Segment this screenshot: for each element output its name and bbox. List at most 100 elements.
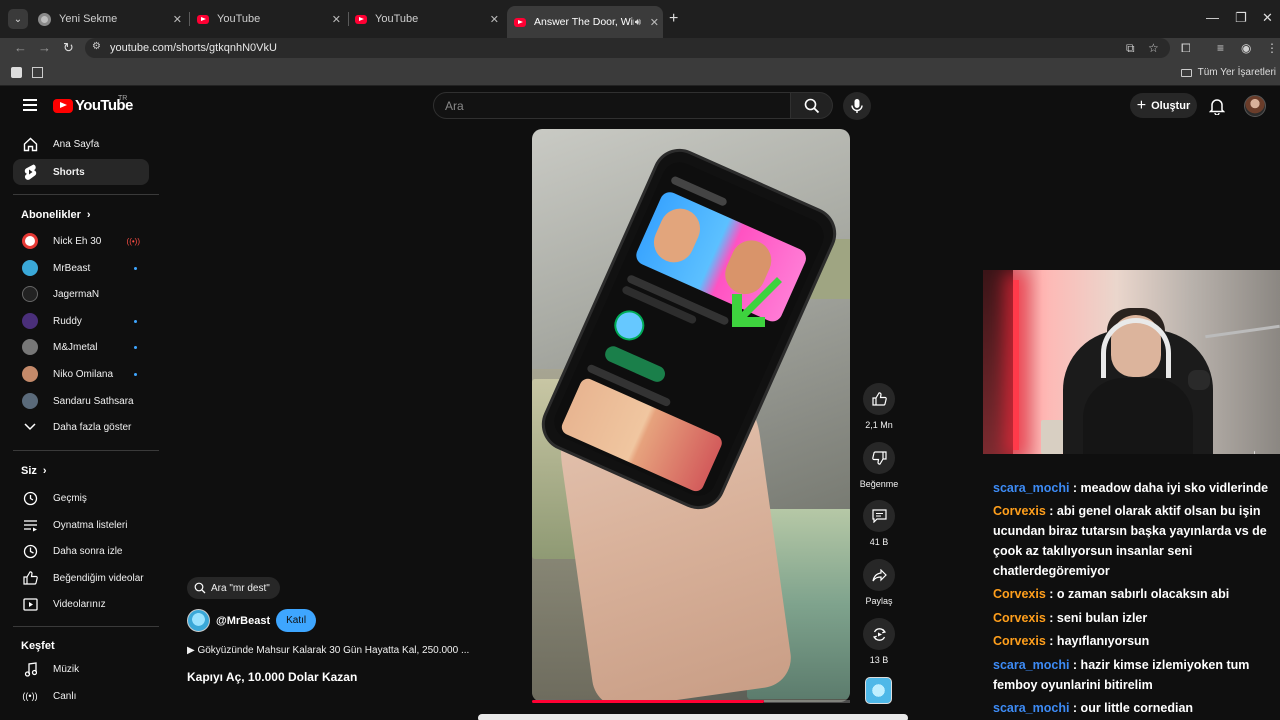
channel-avatar xyxy=(22,339,38,355)
close-tab-icon[interactable]: ✕ xyxy=(490,13,499,26)
sidebar-item-channel[interactable]: Nick Eh 30 ((•)) xyxy=(13,228,149,254)
short-title: Kapıyı Aç, 10.000 Dolar Kazan xyxy=(187,670,358,684)
sidebar-item-label: Ana Sayfa xyxy=(53,138,100,150)
sidebar-item-liked-videos[interactable]: Beğendiğim videolar xyxy=(13,565,149,591)
chat-message: scara_mochi : hazir kimse izlemiyoken tu… xyxy=(993,655,1275,695)
sidebar-item-music[interactable]: Müzik xyxy=(13,656,149,682)
channel-name: JagermaN xyxy=(53,288,100,300)
channel-avatar[interactable] xyxy=(187,609,210,632)
sidebar-item-channel[interactable]: M&Jmetal xyxy=(13,334,149,360)
remix-count: 13 B xyxy=(869,655,889,665)
search-field[interactable] xyxy=(433,92,791,119)
account-avatar[interactable] xyxy=(1244,95,1266,117)
tab-title: YouTube xyxy=(375,13,419,25)
comments-button[interactable]: 41 B xyxy=(862,500,896,547)
share-label: Paylaş xyxy=(865,596,893,606)
new-content-dot xyxy=(134,345,137,349)
site-info-icon[interactable]: ⚙ xyxy=(92,41,101,52)
section-title: Siz xyxy=(21,465,37,477)
linked-video-link[interactable]: ▶ Gökyüzünde Mahsur Kalarak 30 Gün Hayat… xyxy=(187,645,469,656)
sidebar-item-channel[interactable]: Ruddy xyxy=(13,308,149,334)
voice-search-button[interactable] xyxy=(843,92,871,120)
sidebar-item-home[interactable]: Ana Sayfa xyxy=(13,131,149,157)
restore-button[interactable]: ❐ xyxy=(1235,10,1247,26)
browser-tab-active[interactable]: Answer The Door, Win $10, 🔊︎ ✕ xyxy=(507,6,663,38)
speaker-icon[interactable]: 🔊︎ xyxy=(635,17,641,28)
sidebar-item-history[interactable]: Geçmiş xyxy=(13,485,149,511)
close-window-button[interactable]: ✕ xyxy=(1262,10,1273,26)
chevron-down-icon xyxy=(22,419,38,435)
all-bookmarks[interactable]: Tüm Yer İşaretleri xyxy=(1180,67,1276,78)
sidebar-item-next[interactable] xyxy=(13,712,149,720)
channel-name: MrBeast xyxy=(53,262,91,274)
dislike-button[interactable]: Beğenme xyxy=(858,442,900,489)
subscriptions-header[interactable]: Abonelikler › xyxy=(21,209,91,221)
show-more-button[interactable]: Daha fazla göster xyxy=(13,414,149,440)
search-button[interactable] xyxy=(791,92,833,119)
notifications-bell-icon[interactable] xyxy=(1209,97,1225,115)
create-button[interactable]: + Oluştur xyxy=(1130,93,1197,118)
sidebar-item-channel[interactable]: JagermaN xyxy=(13,281,149,307)
search-suggestion-chip[interactable]: Ara "mr dest" xyxy=(187,577,280,599)
video-progress-bar[interactable] xyxy=(532,700,764,703)
video-progress-track[interactable] xyxy=(764,700,850,703)
sidebar-item-label: Müzik xyxy=(53,663,80,675)
sidebar-item-channel[interactable]: MrBeast xyxy=(13,255,149,281)
menu-icon[interactable] xyxy=(23,99,37,111)
sidebar-item-your-videos[interactable]: Videolarınız xyxy=(13,591,149,617)
back-button[interactable]: ← xyxy=(14,40,27,55)
tab-search-button[interactable]: ⌄ xyxy=(8,9,28,29)
browser-tab[interactable]: Yeni Sekme ✕ xyxy=(38,7,186,31)
url-text[interactable]: youtube.com/shorts/gtkqnhN0VkU xyxy=(110,42,277,54)
section-title: Keşfet xyxy=(21,640,55,652)
chat-message: scara_mochi : meadow daha iyi sko vidler… xyxy=(993,478,1275,498)
sound-thumbnail[interactable] xyxy=(865,677,892,704)
sidebar-item-watch-later[interactable]: Daha sonra izle xyxy=(13,538,149,564)
tab-title: Answer The Door, Win $10, xyxy=(534,16,634,28)
youtube-logo-icon xyxy=(53,98,73,113)
like-button[interactable]: 2,1 Mn xyxy=(862,383,896,430)
profile-icon[interactable]: ◉ xyxy=(1241,41,1251,55)
channel-name: M&Jmetal xyxy=(53,341,98,353)
sidebar-item-channel[interactable]: Niko Omilana xyxy=(13,361,149,387)
like-count: 2,1 Mn xyxy=(865,420,893,430)
live-indicator-icon: ((•)) xyxy=(126,236,140,246)
sidebar-item-shorts[interactable]: Shorts xyxy=(13,159,149,185)
menu-icon[interactable]: ⋮ xyxy=(1266,41,1278,55)
forward-button[interactable]: → xyxy=(38,40,51,55)
share-icon xyxy=(871,568,887,581)
sidebar-item-playlists[interactable]: Oynatma listeleri xyxy=(13,512,149,538)
share-button[interactable]: Paylaş xyxy=(862,559,896,606)
create-label: Oluştur xyxy=(1151,99,1191,112)
install-app-icon[interactable]: ⧉ xyxy=(1126,41,1135,56)
join-button[interactable]: Katıl xyxy=(276,609,317,632)
search-input[interactable] xyxy=(434,93,790,118)
close-tab-icon[interactable]: ✕ xyxy=(332,13,341,26)
channel-avatar xyxy=(22,393,38,409)
reload-button[interactable]: ↻ xyxy=(63,40,74,56)
close-tab-icon[interactable]: ✕ xyxy=(650,16,659,29)
chat-username: scara_mochi xyxy=(993,481,1070,495)
youtube-logo[interactable]: YouTube TR xyxy=(53,95,133,114)
workspace-icon[interactable] xyxy=(11,67,22,78)
browser-tab[interactable]: YouTube ✕ xyxy=(355,7,503,31)
shorts-video-player[interactable] xyxy=(532,129,850,702)
sidebar-item-live[interactable]: ((•)) Canlı xyxy=(13,683,149,709)
tab-title: Yeni Sekme xyxy=(59,13,118,25)
new-tab-button[interactable]: + xyxy=(669,10,678,28)
media-control-icon[interactable]: ≡ xyxy=(1217,41,1224,55)
chat-username: scara_mochi xyxy=(993,658,1070,672)
you-header[interactable]: Siz › xyxy=(21,465,47,477)
tab-groups-icon[interactable] xyxy=(32,67,43,78)
search-chip-label: Ara "mr dest" xyxy=(211,582,270,594)
history-icon xyxy=(22,490,38,506)
extensions-icon[interactable]: ⧠ xyxy=(1181,41,1191,56)
sidebar-item-channel[interactable]: Sandaru Sathsara xyxy=(13,388,149,414)
minimize-button[interactable]: — xyxy=(1206,10,1219,25)
browser-tab[interactable]: YouTube ✕ xyxy=(197,7,345,31)
close-tab-icon[interactable]: ✕ xyxy=(173,13,182,26)
remix-button[interactable]: 13 B xyxy=(862,618,896,665)
dislike-label: Beğenme xyxy=(859,479,899,489)
bookmark-star-icon[interactable]: ☆ xyxy=(1148,41,1159,55)
channel-name[interactable]: @MrBeast xyxy=(216,615,270,627)
